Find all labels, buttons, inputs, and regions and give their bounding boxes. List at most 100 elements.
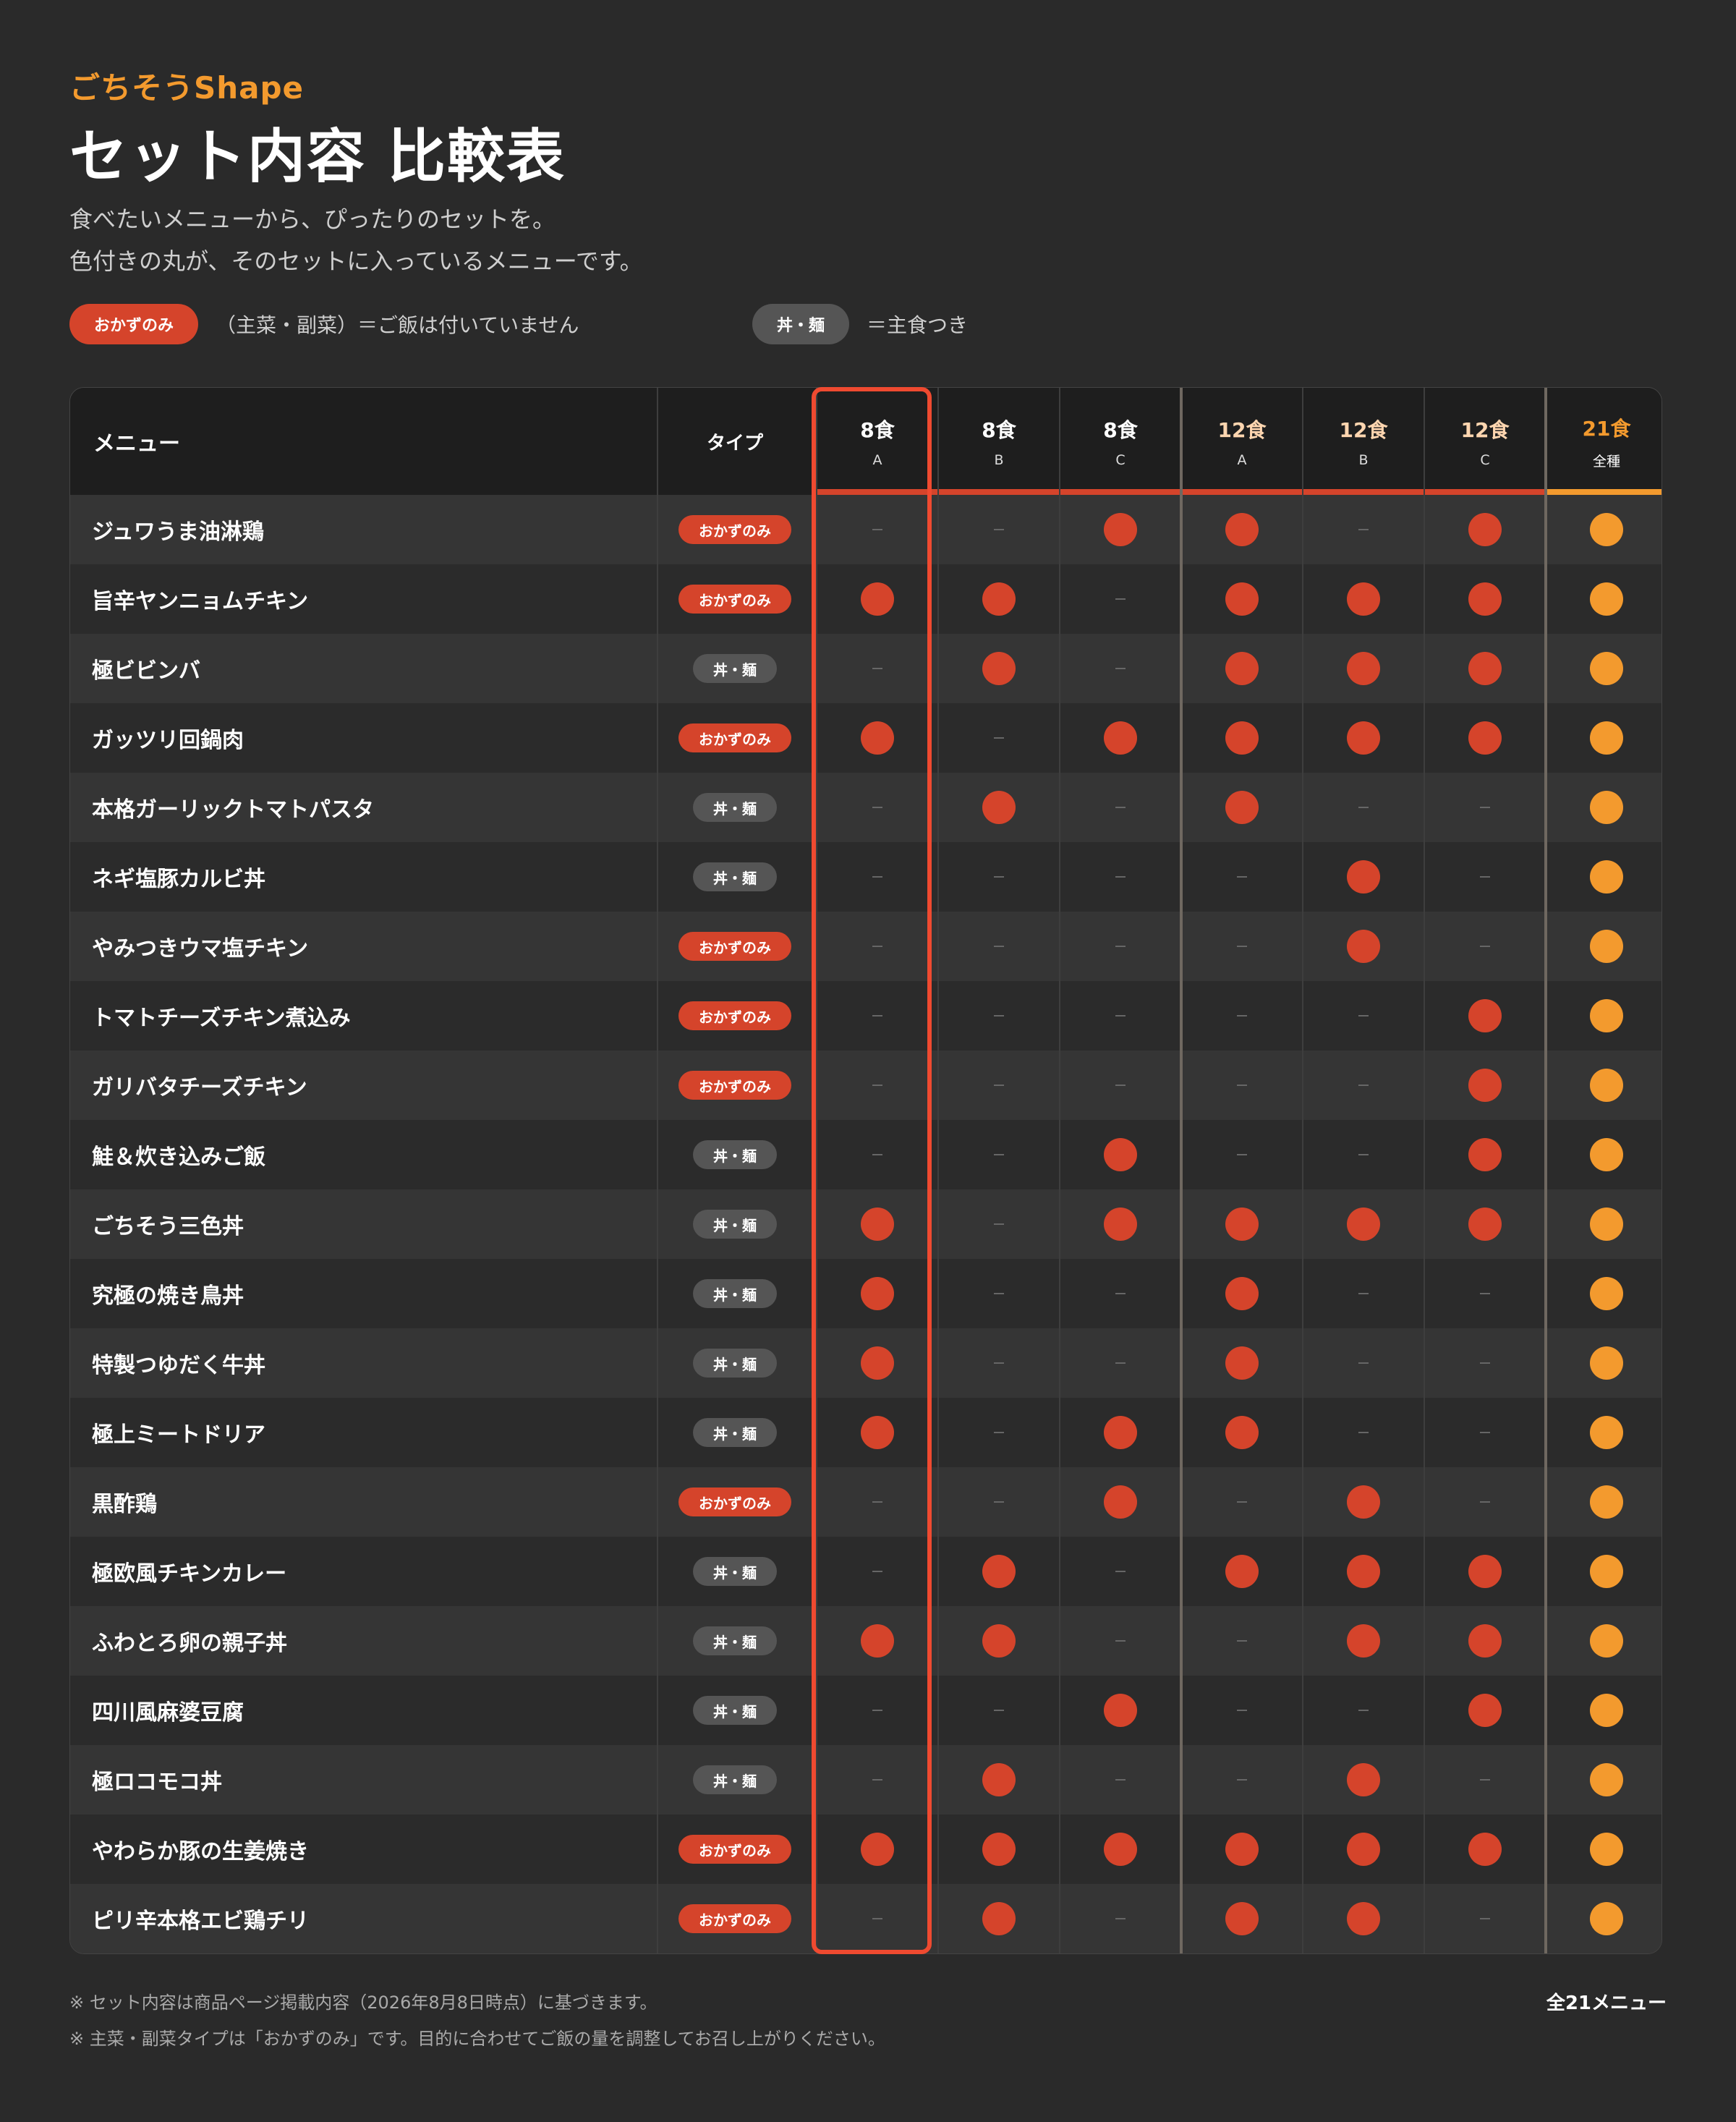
set-cell (1303, 1259, 1424, 1328)
included-dot (1590, 1138, 1623, 1171)
type-column-header: タイプ (706, 432, 763, 454)
included-dot (1590, 999, 1623, 1032)
column-divider (1424, 388, 1425, 1953)
okazu-type-badge: おかずのみ (678, 1487, 791, 1516)
included-dot (1225, 652, 1259, 685)
not-included-dash (1237, 1015, 1247, 1017)
okazu-type-badge: おかずのみ (678, 515, 791, 544)
set-cell (1546, 1815, 1661, 1884)
set-cell (1546, 981, 1661, 1051)
type-cell: 丼・麺 (658, 1696, 812, 1725)
included-dot (1590, 721, 1623, 755)
selected-set-highlight (812, 387, 932, 1954)
menu-name: ピリ辛本格エビ鶏チリ (92, 1909, 309, 1934)
legend-don: 丼・麺 ＝主食つき (752, 304, 968, 344)
set-cell (1424, 1328, 1546, 1398)
not-included-dash (994, 529, 1004, 530)
not-included-dash (1480, 1362, 1490, 1364)
type-cell: 丼・麺 (658, 1349, 812, 1378)
type-cell: おかずのみ (658, 585, 812, 614)
set-cell (938, 1815, 1060, 1884)
included-dot (982, 1833, 1016, 1866)
included-dot (1590, 1277, 1623, 1310)
type-cell: おかずのみ (658, 1487, 812, 1516)
set-column-header-2: 8食 C (1060, 388, 1181, 495)
set-cell (1181, 981, 1303, 1051)
set-cell (1303, 1467, 1424, 1537)
not-included-dash (994, 876, 1004, 878)
subtitle-line-2: 色付きの丸が、そのセットに入っているメニューです。 (69, 247, 643, 275)
included-dot (1590, 791, 1623, 824)
set-cell (938, 1189, 1060, 1259)
set-cell (1303, 773, 1424, 842)
included-dot (982, 791, 1016, 824)
not-included-dash (1115, 946, 1126, 947)
okazu-description: （主菜・副菜）＝ご飯は付いていません (216, 313, 579, 337)
set-cell (1181, 564, 1303, 634)
not-included-dash (994, 1710, 1004, 1711)
set-cell (1303, 1398, 1424, 1467)
column-divider (1544, 388, 1547, 1953)
menu-name: 特製つゆだく牛丼 (92, 1353, 265, 1378)
menu-name: 鮭＆炊き込みご飯 (92, 1145, 265, 1170)
included-dot (1468, 1555, 1502, 1588)
included-dot (1590, 513, 1623, 546)
set-cell (1546, 1398, 1661, 1467)
set-cell (1424, 495, 1546, 564)
set-cell (938, 912, 1060, 981)
don-type-badge: 丼・麺 (693, 793, 777, 822)
set-cell (1181, 1328, 1303, 1398)
set-column-header-5: 12食 C (1424, 388, 1546, 495)
set-cell (1060, 564, 1181, 634)
not-included-dash (1115, 1571, 1126, 1572)
set-cell (938, 842, 1060, 912)
set-cell (1303, 1676, 1424, 1745)
not-included-dash (994, 737, 1004, 739)
included-dot (1347, 1763, 1380, 1796)
set-cell (1181, 842, 1303, 912)
not-included-dash (1237, 1501, 1247, 1503)
set-variant-label: C (1115, 452, 1126, 468)
not-included-dash (994, 946, 1004, 947)
set-cell (938, 1051, 1060, 1120)
not-included-dash (1480, 1501, 1490, 1503)
brand-name: ごちそうShape (69, 70, 305, 106)
set-cell (938, 1537, 1060, 1606)
set-cell (1424, 1815, 1546, 1884)
set-cell (1060, 495, 1181, 564)
set-cell (1424, 981, 1546, 1051)
included-dot (982, 582, 1016, 616)
set-cell (1181, 1676, 1303, 1745)
not-included-dash (1115, 1293, 1126, 1294)
not-included-dash (1358, 807, 1369, 808)
set-variant-label: 全種 (1592, 453, 1620, 470)
included-dot (1225, 582, 1259, 616)
included-dot (982, 1624, 1016, 1658)
set-variant-label: C (1480, 452, 1490, 468)
included-dot (1468, 1624, 1502, 1658)
not-included-dash (994, 1501, 1004, 1503)
type-cell: 丼・麺 (658, 862, 812, 891)
set-cell (1181, 773, 1303, 842)
set-size-label: 12食 (1217, 418, 1267, 442)
not-included-dash (1115, 1015, 1126, 1017)
included-dot (1347, 930, 1380, 963)
not-included-dash (994, 1293, 1004, 1294)
included-dot (1225, 1902, 1259, 1935)
okazu-type-badge: おかずのみ (678, 1904, 791, 1933)
included-dot (1590, 1624, 1623, 1658)
set-cell (938, 1606, 1060, 1676)
don-type-badge: 丼・麺 (693, 1557, 777, 1586)
not-included-dash (1358, 1362, 1369, 1364)
included-dot (1104, 513, 1137, 546)
set-cell (1060, 1259, 1181, 1328)
set-cell (1303, 1884, 1424, 1953)
set-cell (1303, 1745, 1424, 1815)
set-cell (1060, 912, 1181, 981)
included-dot (1468, 1069, 1502, 1102)
set-variant-label: A (1237, 452, 1247, 468)
set-cell (1060, 1467, 1181, 1537)
not-included-dash (1480, 1293, 1490, 1294)
set-cell (1060, 1120, 1181, 1189)
not-included-dash (1480, 1779, 1490, 1781)
